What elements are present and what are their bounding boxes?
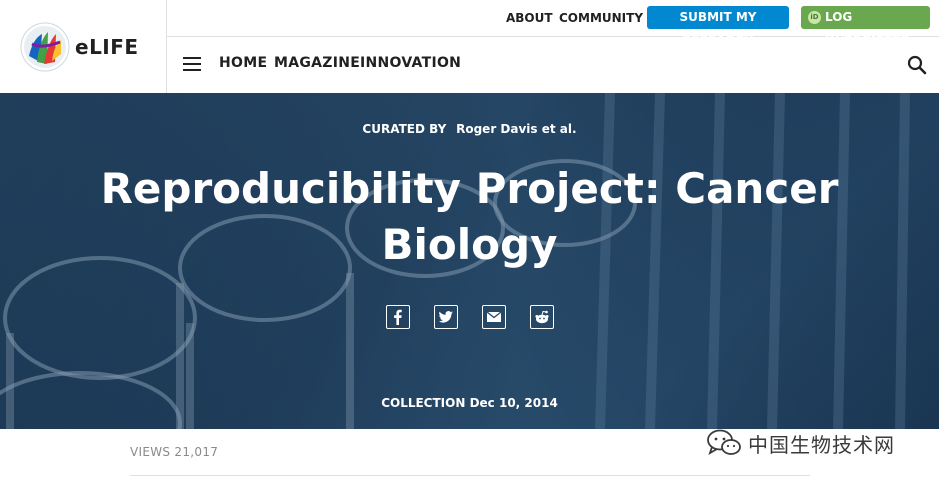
email-share-icon[interactable]	[482, 305, 506, 329]
elife-logo-icon[interactable]	[20, 22, 70, 72]
watermark: 中国生物技术网	[706, 427, 895, 459]
orcid-icon: iD	[808, 11, 821, 24]
collection-date-value: Dec 10, 2014	[469, 396, 558, 410]
submit-research-button[interactable]: SUBMIT MY RESEARCH	[647, 6, 789, 47]
facebook-share-icon[interactable]	[386, 305, 410, 329]
curated-label: CURATED BY	[362, 122, 447, 136]
site-header: eLIFE ABOUT COMMUNITY SUBMIT MY RESEARCH…	[0, 0, 939, 93]
page-title: Reproducibility Project: Cancer Biology	[100, 164, 839, 269]
twitter-share-icon[interactable]	[434, 305, 458, 329]
watermark-text: 中国生物技术网	[748, 432, 895, 457]
menu-icon[interactable]	[183, 57, 201, 71]
community-link[interactable]: COMMUNITY	[559, 11, 643, 25]
share-buttons	[386, 305, 556, 331]
login-register-button[interactable]: iD LOG IN/REGISTER	[801, 6, 930, 47]
nav-magazine[interactable]: MAGAZINE	[274, 55, 360, 71]
reddit-share-icon[interactable]	[530, 305, 554, 329]
nav-innovation[interactable]: INNOVATION	[360, 55, 461, 71]
curator-link[interactable]: Roger Davis et al.	[456, 122, 576, 136]
views-count: VIEWS 21,017	[130, 445, 219, 459]
main-nav: HOME MAGAZINE INNOVATION	[167, 38, 939, 93]
hero-banner: CURATED BY Roger Davis et al. Reproducib…	[0, 93, 939, 429]
nav-home[interactable]: HOME	[219, 55, 267, 71]
curated-by: CURATED BY Roger Davis et al.	[0, 122, 939, 136]
logo-text[interactable]: eLIFE	[75, 35, 139, 59]
collection-date: COLLECTION Dec 10, 2014	[0, 396, 939, 410]
search-icon[interactable]	[907, 55, 927, 75]
collection-label: COLLECTION	[381, 396, 466, 410]
utility-nav: ABOUT COMMUNITY SUBMIT MY RESEARCH iD LO…	[167, 0, 939, 47]
about-link[interactable]: ABOUT	[506, 11, 553, 25]
logo-area: eLIFE	[0, 0, 167, 93]
content-divider	[130, 475, 810, 476]
wechat-icon	[707, 429, 741, 455]
